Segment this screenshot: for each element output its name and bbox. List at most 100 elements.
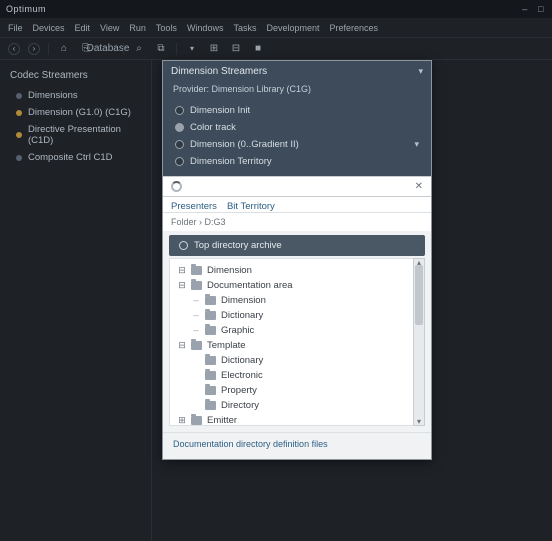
sidebar-item-label: Dimensions	[28, 90, 78, 101]
sidebar-item-label: Composite Ctrl C1D	[28, 152, 112, 163]
database-label[interactable]: Database	[101, 43, 115, 55]
tree-header[interactable]: Top directory archive	[169, 235, 425, 256]
sidebar: Codec Streamers Dimensions Dimension (G1…	[0, 60, 152, 541]
folder-icon	[205, 356, 216, 365]
circle-icon	[179, 241, 188, 250]
back-button[interactable]: ‹	[8, 43, 20, 55]
sidebar-item-label: Directive Presentation (C1D)	[28, 124, 141, 146]
minimize-icon[interactable]: –	[520, 4, 530, 14]
panel-header: Dimension Streamers ▾ Provider: Dimensio…	[163, 61, 431, 176]
folder-icon	[191, 341, 202, 350]
tree-node-label: Dimension	[207, 265, 252, 276]
sidebar-item-dimension-g10[interactable]: Dimension (G1.0) (C1G)	[0, 104, 151, 121]
footer-link[interactable]: Documentation directory definition files	[163, 432, 431, 459]
bullet-icon	[16, 132, 22, 138]
tree-node-label: Dictionary	[221, 310, 263, 321]
bullet-icon	[16, 110, 22, 116]
panel-option[interactable]: Dimension Init	[169, 102, 425, 119]
tab-presenters[interactable]: Presenters	[171, 201, 217, 212]
tree-body: ⊟ Dimension ⊟Documentation area – Dimensio…	[169, 258, 413, 426]
tree-node[interactable]: Property	[174, 383, 409, 398]
tree-node[interactable]: ⊟ Dimension	[174, 263, 409, 278]
sidebar-title: Codec Streamers	[0, 66, 151, 87]
panel-option-label: Dimension Territory	[190, 156, 272, 167]
tree-container: ⊟ Dimension ⊟Documentation area – Dimensio…	[169, 258, 425, 426]
folder-icon	[205, 311, 216, 320]
home-icon[interactable]: ⌂	[57, 43, 71, 55]
window-icon[interactable]: ⧉	[154, 43, 168, 55]
folder-icon	[205, 371, 216, 380]
bullet-icon	[16, 93, 22, 99]
toolbar-separator	[176, 43, 177, 55]
app-title: Optimum	[6, 4, 46, 14]
tree-node[interactable]: ⊞ Emitter	[174, 413, 409, 426]
menu-tasks[interactable]: Tasks	[233, 23, 256, 33]
tree-node-label: Property	[221, 385, 257, 396]
sidebar-item-directive[interactable]: Directive Presentation (C1D)	[0, 121, 151, 149]
chevron-down-icon[interactable]: ▾	[418, 66, 423, 77]
menu-tools[interactable]: Tools	[156, 23, 177, 33]
tree-node[interactable]: ⊟Documentation area	[174, 278, 409, 293]
panel-option[interactable]: Color track	[169, 119, 425, 136]
bullet-icon	[16, 155, 22, 161]
tree-node-label: Template	[207, 340, 246, 351]
tree-node-label: Dictionary	[221, 355, 263, 366]
close-icon[interactable]: ✕	[415, 181, 423, 192]
workarea: Dimension Streamers ▾ Provider: Dimensio…	[152, 60, 552, 541]
tab-bit-territory[interactable]: Bit Territory	[227, 201, 275, 212]
dash-icon: –	[192, 310, 200, 321]
folder-icon	[205, 386, 216, 395]
sidebar-item-label: Dimension (G1.0) (C1G)	[28, 107, 131, 118]
panel-tabs: Presenters Bit Territory	[163, 197, 431, 213]
scroll-down-icon[interactable]: ▾	[414, 417, 424, 426]
panel-subtitle: Provider: Dimension Library (C1G)	[163, 82, 431, 100]
menu-devices[interactable]: Devices	[33, 23, 65, 33]
toolbar-separator	[48, 43, 49, 55]
menu-edit[interactable]: Edit	[75, 23, 91, 33]
menu-preferences[interactable]: Preferences	[330, 23, 379, 33]
folder-icon	[191, 281, 202, 290]
tree-node-label: Emitter	[207, 415, 237, 426]
menubar: File Devices Edit View Run Tools Windows…	[0, 18, 552, 38]
tree-node[interactable]: – Dimension	[174, 293, 409, 308]
chevron-down-icon[interactable]: ▾	[185, 43, 199, 55]
search-icon[interactable]: ⌕	[132, 43, 146, 55]
tree-node[interactable]: – Graphic	[174, 323, 409, 338]
tree-node[interactable]: Dictionary	[174, 353, 409, 368]
toolbar-separator	[123, 43, 124, 55]
panel-option-list: Dimension Init Color track Dimension (0.…	[163, 100, 431, 176]
tree-node[interactable]: – Dictionary	[174, 308, 409, 323]
collapse-icon[interactable]: ⊟	[178, 265, 186, 276]
panel-title: Dimension Streamers	[171, 66, 267, 77]
scrollbar-thumb[interactable]	[415, 265, 423, 325]
tree-node-label: Dimension	[221, 295, 266, 306]
dash-icon: –	[192, 325, 200, 336]
expand-icon[interactable]: ⊞	[207, 43, 221, 55]
collapse-icon[interactable]: ⊟	[178, 340, 186, 351]
stop-icon[interactable]: ■	[251, 43, 265, 55]
panel-option[interactable]: Dimension (0..Gradient II) ▾	[169, 136, 425, 153]
menu-windows[interactable]: Windows	[187, 23, 224, 33]
maximize-icon[interactable]: □	[536, 4, 546, 14]
collapse-icon[interactable]: ⊟	[178, 280, 186, 291]
menu-file[interactable]: File	[8, 23, 23, 33]
sidebar-item-dimensions[interactable]: Dimensions	[0, 87, 151, 104]
chevron-down-icon[interactable]: ▾	[414, 139, 419, 150]
expand-icon[interactable]: ⊞	[178, 415, 186, 426]
tree-node[interactable]: Electronic	[174, 368, 409, 383]
menu-run[interactable]: Run	[129, 23, 146, 33]
sidebar-item-composite[interactable]: Composite Ctrl C1D	[0, 149, 151, 166]
folder-icon	[205, 296, 216, 305]
tree-node[interactable]: Directory	[174, 398, 409, 413]
collapse-icon[interactable]: ⊟	[229, 43, 243, 55]
scrollbar[interactable]: ▴ ▾	[413, 258, 425, 426]
forward-button[interactable]: ›	[28, 43, 40, 55]
tree-node-label: Graphic	[221, 325, 254, 336]
breadcrumb: Folder › D:G3	[163, 213, 431, 231]
menu-development[interactable]: Development	[266, 23, 319, 33]
dash-icon: –	[192, 295, 200, 306]
menu-view[interactable]: View	[100, 23, 119, 33]
search-input[interactable]	[188, 181, 415, 192]
tree-node[interactable]: ⊟ Template	[174, 338, 409, 353]
panel-option[interactable]: Dimension Territory	[169, 153, 425, 170]
